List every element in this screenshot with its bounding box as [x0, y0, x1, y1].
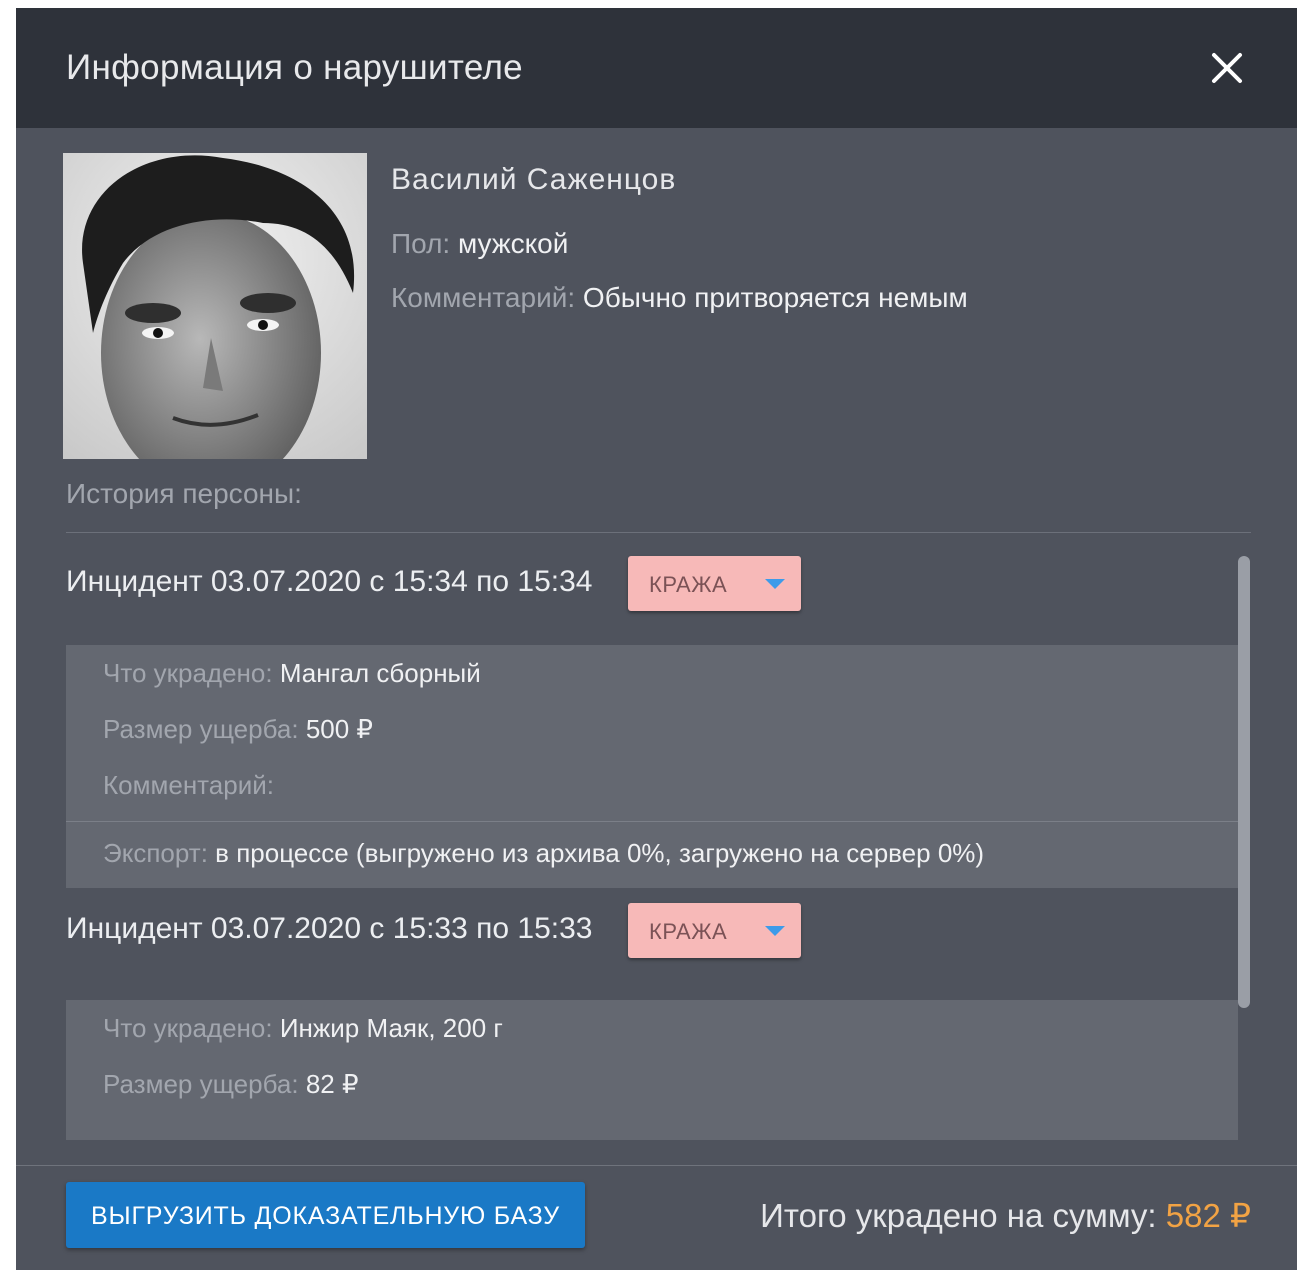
caret-down-icon	[765, 579, 785, 589]
history-title: История персоны:	[66, 478, 302, 509]
incident-item: Инцидент 03.07.2020 с 15:34 по 15:34 КРА…	[66, 541, 1251, 888]
export-value: в процессе (выгружено из архива 0%, загр…	[215, 838, 985, 868]
stolen-label: Что украдено:	[103, 1013, 273, 1043]
history-divider	[66, 532, 1251, 533]
damage-row: Размер ущерба: 500 ₽	[66, 701, 1238, 757]
incident-item: Инцидент 03.07.2020 с 15:33 по 15:33 КРА…	[66, 888, 1251, 1140]
person-name: Василий Саженцов	[391, 163, 677, 196]
incident-title: Инцидент 03.07.2020 с 15:33 по 15:33	[66, 912, 593, 945]
incident-title: Инцидент 03.07.2020 с 15:34 по 15:34	[66, 565, 593, 598]
dialog-header: Информация о нарушителе	[16, 8, 1297, 128]
dialog-title: Информация о нарушителе	[66, 48, 523, 87]
stolen-label: Что украдено:	[103, 658, 273, 688]
person-comment-row: Комментарий: Обычно притворяется немым	[391, 282, 968, 314]
incident-details: Что украдено: Инжир Маяк, 200 г Размер у…	[66, 1000, 1238, 1140]
incident-type-label: КРАЖА	[649, 572, 728, 597]
portrait-photo	[63, 153, 367, 459]
damage-label: Размер ущерба:	[103, 714, 299, 744]
total-label: Итого украдено на сумму:	[760, 1197, 1157, 1234]
stolen-value: Мангал сборный	[279, 658, 481, 688]
incident-list[interactable]: Инцидент 03.07.2020 с 15:34 по 15:34 КРА…	[66, 541, 1251, 1163]
person-comment-value: Обычно притворяется немым	[582, 282, 968, 313]
incident-comment-label: Комментарий:	[103, 770, 274, 800]
stolen-item-row: Что украдено: Мангал сборный	[66, 645, 1238, 701]
scrollbar[interactable]	[1238, 556, 1250, 1008]
incident-details: Что украдено: Мангал сборный Размер ущер…	[66, 645, 1238, 888]
total-value: 582 ₽	[1165, 1197, 1251, 1234]
violator-info-dialog: Информация о нарушителе Василий Саженцов…	[16, 8, 1297, 1270]
incident-header: Инцидент 03.07.2020 с 15:33 по 15:33 КРА…	[66, 888, 1251, 988]
person-gender-row: Пол: мужской	[391, 228, 568, 260]
gender-value: мужской	[457, 228, 569, 259]
footer-divider	[16, 1165, 1297, 1166]
export-evidence-button[interactable]: ВЫГРУЗИТЬ ДОКАЗАТЕЛЬНУЮ БАЗУ	[66, 1182, 585, 1248]
gender-label: Пол:	[391, 228, 451, 259]
close-icon[interactable]	[1207, 48, 1247, 88]
stolen-value: Инжир Маяк, 200 г	[279, 1013, 503, 1043]
incident-type-label: КРАЖА	[649, 919, 728, 944]
caret-down-icon	[765, 926, 785, 936]
incident-type-dropdown[interactable]: КРАЖА	[628, 556, 801, 611]
damage-row: Размер ущерба: 82 ₽	[66, 1056, 1238, 1112]
damage-value: 500 ₽	[305, 714, 373, 744]
damage-label: Размер ущерба:	[103, 1069, 299, 1099]
person-comment-label: Комментарий:	[391, 282, 576, 313]
export-label: Экспорт:	[103, 838, 208, 868]
incident-comment-row: Комментарий:	[66, 757, 1238, 813]
export-status-row: Экспорт: в процессе (выгружено из архива…	[66, 822, 1238, 888]
incident-type-dropdown[interactable]: КРАЖА	[628, 903, 801, 958]
damage-value: 82 ₽	[305, 1069, 359, 1099]
incident-header: Инцидент 03.07.2020 с 15:34 по 15:34 КРА…	[66, 541, 1251, 633]
stolen-item-row: Что украдено: Инжир Маяк, 200 г	[66, 1000, 1238, 1056]
total-stolen: Итого украдено на сумму: 582 ₽	[760, 1196, 1251, 1235]
export-evidence-label: ВЫГРУЗИТЬ ДОКАЗАТЕЛЬНУЮ БАЗУ	[91, 1202, 560, 1230]
